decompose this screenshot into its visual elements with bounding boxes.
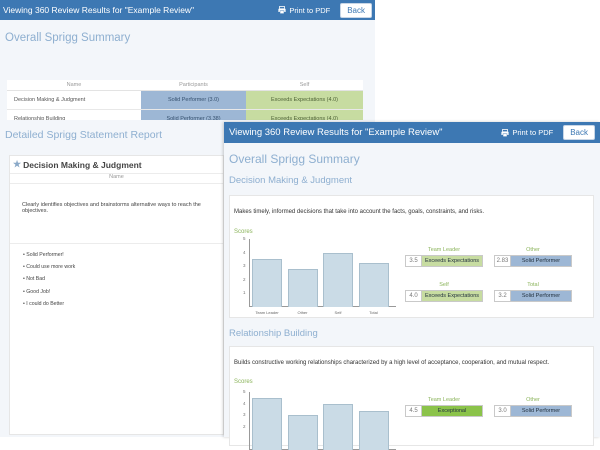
relationship-statement: Builds constructive working relationship… [234, 360, 550, 366]
y-tick-label: 4 [243, 249, 246, 255]
front-print-button[interactable]: Print to PDF [501, 128, 553, 137]
pill-value: 4.5 [406, 406, 422, 416]
y-tick-label: 2 [243, 423, 246, 429]
score-pill-team-leader: 3.5 Exceeds Expectations [405, 255, 483, 267]
summary-title: Overall Sprigg Summary [5, 32, 131, 44]
pill-label: Exceeds Expectations [422, 291, 482, 301]
chart-bar [287, 268, 318, 307]
relationship-card: Builds constructive working relationship… [229, 346, 594, 450]
pill-value: 3.0 [495, 406, 511, 416]
pill-heading: Total [527, 282, 539, 288]
detailed-section-title: Decision Making & Judgment [23, 159, 142, 170]
row-participants: Solid Performer (3.0) [141, 90, 246, 110]
list-item: I could do Better [23, 301, 223, 307]
y-tick-label: 3 [243, 412, 246, 418]
print-label: Print to PDF [289, 5, 331, 15]
front-window: Viewing 360 Review Results for "Example … [224, 122, 600, 450]
summary-section: Overall Sprigg Summary Name Participants… [0, 20, 375, 129]
col-name: Name [7, 80, 141, 91]
pill-heading: Other [526, 247, 540, 253]
detailed-title: Detailed Sprigg Statement Report [5, 129, 163, 141]
pill-value: 4.0 [406, 291, 422, 301]
section-title-relationship: Relationship Building [229, 328, 318, 339]
pill-heading: Other [526, 397, 540, 403]
scores-label: Scores [234, 379, 253, 385]
y-tick-label: 5 [243, 236, 246, 241]
col-participants: Participants [141, 80, 246, 91]
front-summary-title: Overall Sprigg Summary [229, 152, 360, 166]
x-tick-label: Self [334, 310, 342, 315]
chart-bar [287, 415, 318, 450]
y-tick-label: 3 [243, 263, 246, 269]
score-pill-other: 2.83 Solid Performer [494, 255, 572, 267]
y-tick-label: 2 [243, 276, 246, 282]
statement-text: Clearly identifies objectives and brains… [10, 184, 223, 244]
y-tick-label: 1 [243, 290, 246, 296]
list-item: Solid Performer! [23, 252, 223, 258]
row-name: Decision Making & Judgment [7, 90, 141, 110]
section-title-decision: Decision Making & Judgment [229, 175, 353, 186]
x-tick-label: Total [369, 310, 378, 315]
pill-heading: Team Leader [427, 247, 461, 253]
chart-bar [358, 410, 389, 450]
y-tick-label: 4 [243, 400, 246, 406]
chart-bar [323, 403, 353, 450]
list-item: Good Job! [23, 289, 223, 295]
pill-label: Exceeds Expectations [422, 256, 482, 266]
pill-value: 3.5 [406, 256, 422, 266]
chart-bar [358, 263, 389, 307]
table-row: Decision Making & Judgment Solid Perform… [7, 90, 363, 110]
chart-bar [323, 252, 353, 307]
front-header: Viewing 360 Review Results for "Example … [224, 122, 600, 143]
name-header: Name [10, 174, 223, 184]
detailed-card-title: ★ Decision Making & Judgment [10, 156, 223, 174]
chart-bar [252, 397, 282, 450]
back-header-title: Viewing 360 Review Results for "Example … [3, 5, 195, 15]
decision-card: Makes timely, informed decisions that ta… [229, 195, 594, 318]
y-tick-label: 5 [243, 389, 246, 394]
pill-label: Solid Performer [511, 406, 571, 416]
x-tick-label: Team Leader [255, 310, 279, 315]
star-icon: ★ [13, 159, 22, 169]
back-header: Viewing 360 Review Results for "Example … [0, 0, 375, 20]
back-print-button[interactable]: Print to PDF [278, 6, 330, 15]
print-label: Print to PDF [512, 128, 554, 137]
pill-label: Solid Performer [511, 256, 571, 266]
pill-heading: Self [439, 282, 449, 288]
decision-statement: Makes timely, informed decisions that ta… [234, 209, 485, 215]
front-header-title: Viewing 360 Review Results for "Example … [229, 127, 443, 138]
scores-label: Scores [234, 229, 253, 235]
printer-icon [278, 6, 286, 14]
back-button[interactable]: Back [340, 2, 372, 18]
pill-heading: Team Leader [427, 397, 461, 403]
col-self: Self [246, 80, 363, 91]
comment-list: Solid Performer! Could use more work Not… [10, 244, 223, 307]
score-pill-other: 3.0 Solid Performer [494, 405, 572, 417]
row-self: Exceeds Expectations (4.0) [246, 90, 363, 110]
pill-value: 2.83 [495, 256, 511, 266]
detailed-card: ★ Decision Making & Judgment Name Clearl… [9, 155, 224, 435]
score-pill-team-leader: 4.5 Exceptional [405, 405, 483, 417]
pill-label: Solid Performer [511, 291, 571, 301]
summary-header-row: Name Participants Self [7, 80, 363, 91]
score-pill-total: 3.2 Solid Performer [494, 290, 572, 302]
printer-icon [501, 128, 509, 137]
back-button[interactable]: Back [563, 125, 595, 140]
list-item: Could use more work [23, 264, 223, 270]
pill-value: 3.2 [495, 291, 511, 301]
score-pill-self: 4.0 Exceeds Expectations [405, 290, 483, 302]
x-tick-label: Other [297, 310, 308, 315]
chart-bar [252, 259, 282, 307]
pill-label: Exceptional [422, 406, 482, 416]
list-item: Not Bad [23, 276, 223, 282]
